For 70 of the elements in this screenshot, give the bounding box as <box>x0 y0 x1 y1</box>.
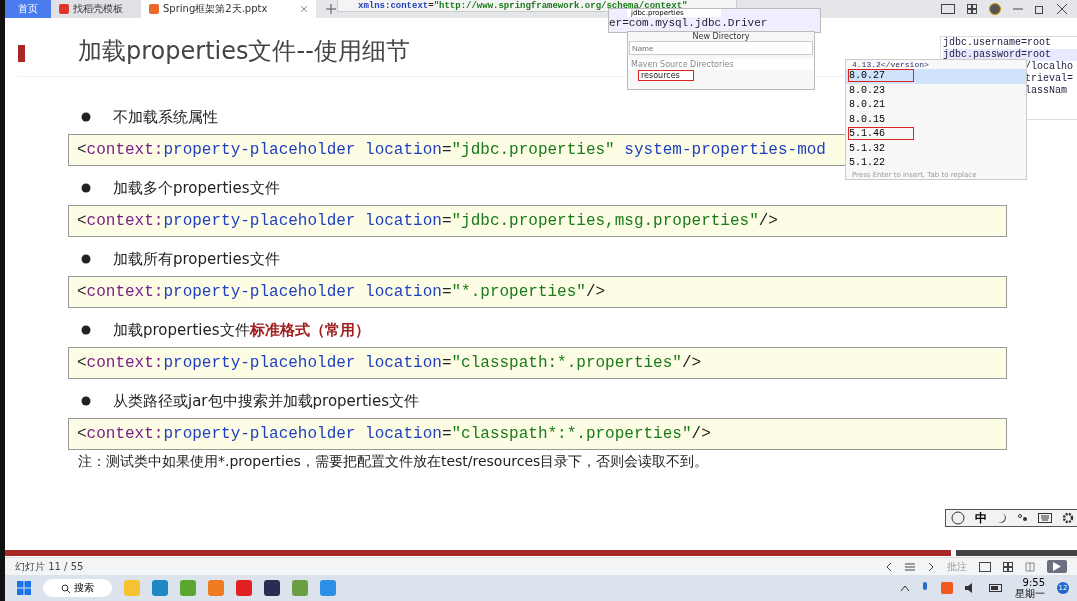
punctuation-icon[interactable] <box>1017 513 1028 523</box>
battery-icon <box>989 584 1003 592</box>
bullet-text: 加载properties文件标准格式（常用） <box>113 320 370 340</box>
browser-tab[interactable]: 找稻壳模板 <box>51 0 141 18</box>
grid-icon[interactable] <box>1003 561 1013 572</box>
close-icon[interactable] <box>1057 4 1067 14</box>
version-item[interactable]: 8.0.27 <box>846 69 1026 84</box>
group-label: Maven Source Directories <box>628 59 814 70</box>
search-icon <box>61 583 70 593</box>
code-line: trieval= <box>1024 73 1074 85</box>
grid-icon[interactable] <box>967 4 977 14</box>
play-button[interactable] <box>1047 560 1067 573</box>
version-item[interactable]: 8.0.21 <box>846 98 1026 113</box>
title-accent <box>18 44 25 62</box>
keyboard-icon[interactable] <box>1037 513 1052 523</box>
code-line: <context:property-placeholder location="classpath*:*.properties"/> <box>77 425 711 443</box>
list-icon[interactable] <box>905 561 915 572</box>
chevron-icon[interactable] <box>901 585 909 591</box>
version-item[interactable]: 8.0.15 <box>846 112 1026 127</box>
version-item[interactable]: 5.1.32 <box>846 141 1026 156</box>
code-line: <context:property-placeholder location="*.properties"/> <box>77 283 606 301</box>
browser-tab[interactable]: 首页 <box>5 0 51 18</box>
app-icon[interactable] <box>264 580 280 596</box>
code-line: lassNam <box>1024 85 1068 97</box>
app-icon <box>59 4 69 14</box>
bullet-icon <box>81 396 91 406</box>
layout-icon[interactable] <box>941 4 955 14</box>
code-line: er=com.mysql.jdbc.Driver <box>609 17 769 29</box>
version-item[interactable]: 8.0.23 <box>846 83 1026 98</box>
close-icon[interactable] <box>300 5 308 13</box>
normal-view-icon[interactable] <box>979 561 991 572</box>
code-line: xmlns:context="http://www.springframework.org/schema/context" <box>358 0 688 11</box>
bullet-text: 加载所有properties文件 <box>113 249 280 269</box>
avatar-icon[interactable] <box>989 3 1001 15</box>
start-icon[interactable] <box>17 581 31 595</box>
new-tab-icon[interactable] <box>326 4 336 14</box>
note-text: 注：测试类中如果使用*.properties，需要把配置文件放在test/resources目录下，否则会读取不到。 <box>78 453 710 471</box>
browser-tab[interactable]: Spring框架第2天.pptx <box>141 0 316 18</box>
code-line: jdbc.username=root <box>943 37 1053 49</box>
search-field[interactable]: 搜索 <box>43 579 112 597</box>
bullet-text: 加载多个properties文件 <box>113 178 280 198</box>
version-item[interactable]: 5.1.22 <box>846 156 1026 171</box>
play-icon <box>1053 562 1061 571</box>
code-line: <context:property-placeholder location="classpath:*.properties"/> <box>77 354 702 372</box>
next-icon[interactable] <box>927 561 935 572</box>
slide-counter: 幻灯片 11 / 55 <box>15 559 84 574</box>
app-icon <box>149 4 159 14</box>
version-item[interactable]: 5.1.46 <box>846 127 1026 142</box>
ime-logo-icon[interactable] <box>951 511 966 525</box>
code-line: /localho <box>1024 61 1074 73</box>
code-line: 4.13.2</version> <box>851 60 930 69</box>
name-field[interactable]: Name <box>629 41 813 55</box>
bullet-text: 从类路径或jar包中搜索并加载properties文件 <box>113 391 420 411</box>
previous-icon[interactable] <box>885 561 893 572</box>
bullet-text: 不加载系统属性 <box>113 107 218 127</box>
bullet-icon <box>81 112 91 122</box>
clock-time: 9:55 <box>1022 577 1045 588</box>
settings-icon[interactable] <box>1061 512 1074 524</box>
slide-title: 加载properties文件--使用细节 <box>78 36 410 67</box>
bullet-icon <box>81 183 91 193</box>
clock-day: 星期一 <box>1015 588 1045 599</box>
code-line: <context:property-placeholder location="jdbc.properties" system-properties-mod <box>77 141 826 159</box>
restore-icon[interactable] <box>1035 4 1045 14</box>
code-line: <context:property-placeholder location="jdbc.properties,msg.properties"/> <box>77 212 778 230</box>
input-mode-toggle[interactable]: 中 <box>975 509 988 527</box>
bullet-icon <box>81 254 91 264</box>
bullet-icon <box>81 325 91 335</box>
directory-item[interactable]: resources <box>638 70 694 81</box>
moon-icon[interactable] <box>997 512 1008 524</box>
dialog-title: New Directory <box>691 32 751 41</box>
